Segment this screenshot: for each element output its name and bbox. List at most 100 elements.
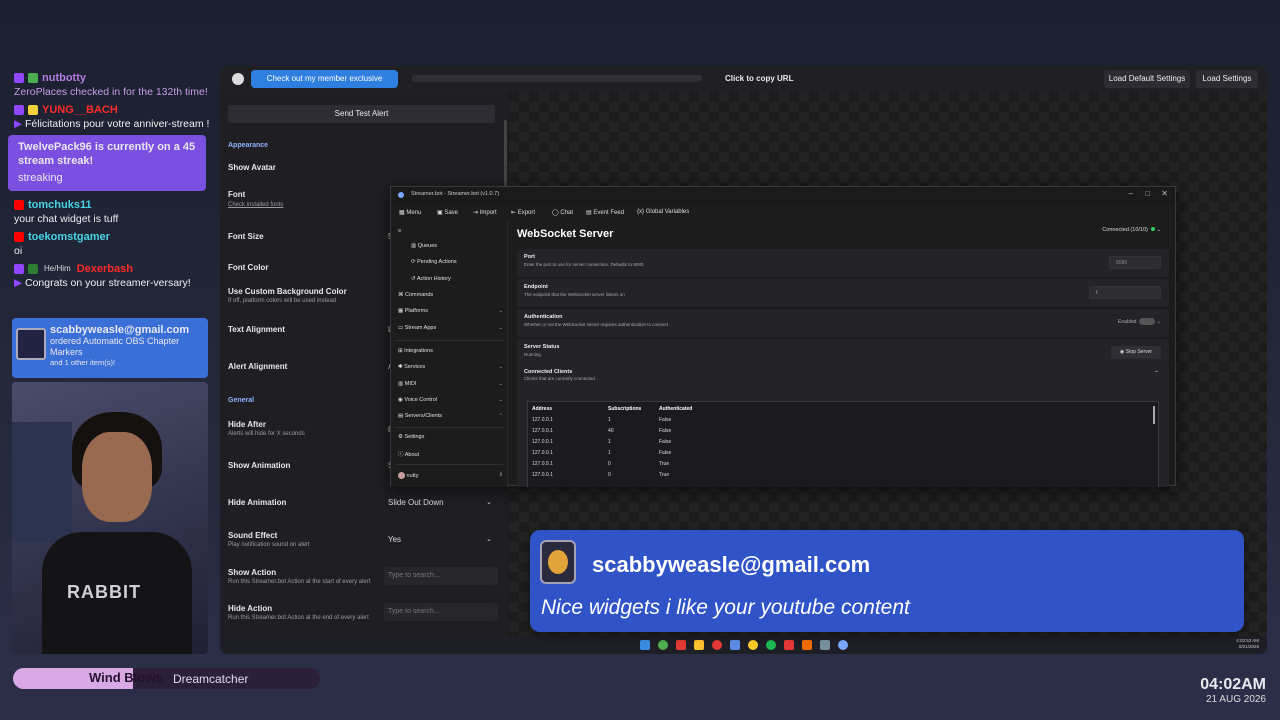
sidebar-item-action-history[interactable]: ↺ Action History — [411, 276, 516, 282]
maximize-icon[interactable]: □ — [1145, 189, 1150, 198]
hide-after-sub: Alerts will hide for X seconds — [228, 431, 305, 437]
chrome-icon[interactable] — [658, 640, 668, 650]
font-size-label: Font Size — [228, 232, 264, 241]
sidebar-item-queues[interactable]: ▥ Queues — [411, 243, 516, 249]
sound-effect-select[interactable]: Yes ⌄ — [384, 531, 498, 549]
sidebar-item-voice-control[interactable]: ◉ Voice Control ⌄ — [398, 397, 503, 403]
chat-text: ZeroPlaces checked in for the 132th time… — [14, 86, 208, 98]
table-row[interactable]: 127.0.0.1 1 False — [532, 448, 1152, 459]
menu-item-save[interactable]: ▣ Save — [437, 209, 458, 216]
start-icon[interactable] — [640, 640, 650, 650]
chevron-up-icon[interactable]: ⌃ — [1154, 370, 1159, 377]
port-input[interactable]: 8080 — [1109, 256, 1161, 269]
stop-server-button[interactable]: ◉ Stop Server — [1111, 346, 1161, 359]
song-title: Wind Blows — [89, 670, 163, 685]
avatar — [398, 472, 405, 479]
websocket-server-page: WebSocket Server Port Enter the port to … — [508, 221, 1177, 487]
app-icon[interactable] — [820, 640, 830, 650]
authentication-setting: Authentication Whether or not the WebSoc… — [517, 309, 1169, 337]
chevron-down-icon: ⌄ — [498, 364, 503, 370]
chat-username: YUNG__BACH — [42, 103, 118, 116]
widget-url[interactable] — [412, 75, 702, 82]
app-icon[interactable] — [748, 640, 758, 650]
menu-bar: ▦ Menu ▣ Save ⇥ Import ⇤ Export ◯ Chat ▤… — [391, 205, 1175, 233]
order-email: scabbyweasle@gmail.com — [50, 324, 190, 336]
avatar — [16, 328, 46, 360]
sidebar-item-midi[interactable]: ▥ MIDI ⌄ — [398, 381, 503, 387]
sidebar-item-integrations[interactable]: ⊞ Integrations — [398, 348, 503, 354]
load-default-settings-button[interactable]: Load Default Settings — [1104, 70, 1190, 88]
tray-date: 8/21/2026 — [1238, 644, 1259, 649]
obs-icon[interactable] — [712, 640, 722, 650]
spotify-icon[interactable] — [766, 640, 776, 650]
menu-item-menu[interactable]: ▦ Menu — [399, 209, 421, 216]
scrollbar[interactable] — [1153, 406, 1155, 424]
streamerbot-icon[interactable] — [838, 640, 848, 650]
endpoint-input[interactable]: / — [1089, 286, 1161, 299]
streamerbot-window: Streamer.bot - Streamer.bot (v1.0.7) – □… — [390, 186, 1177, 487]
title-bar: Streamer.bot - Streamer.bot (v1.0.7) – □… — [391, 187, 1175, 204]
sidebar-item-about[interactable]: ⓘ About — [398, 450, 503, 458]
youtube-icon — [14, 199, 24, 210]
load-settings-button[interactable]: Load Settings — [1196, 70, 1258, 88]
send-test-alert-button[interactable]: Send Test Alert — [228, 105, 495, 123]
folder-icon[interactable] — [694, 640, 704, 650]
sound-effect-value: Yes — [388, 535, 402, 544]
sidebar-item-stream-apps[interactable]: ▭ Stream Apps ⌄ — [398, 325, 503, 331]
sidebar-item-servers-clients[interactable]: ▤ Servers/Clients ⌃ — [398, 413, 503, 419]
twitch-icon — [14, 104, 24, 115]
close-icon[interactable]: ✕ — [1161, 189, 1168, 198]
menu-item-event-feed[interactable]: ▤ Event Feed — [586, 209, 624, 216]
menu-item-global-variables[interactable]: {x} Global Variables — [637, 209, 689, 215]
show-action-search[interactable]: Type to search... — [384, 567, 498, 585]
table-row[interactable]: 127.0.0.1 40 False — [532, 426, 1152, 437]
now-playing-bar: Wind Blows Dreamcatcher — [13, 668, 320, 689]
sidebar-item-pending-actions[interactable]: ⟳ Pending Actions — [411, 259, 516, 265]
font-label: Font — [228, 190, 246, 199]
table-row[interactable]: 127.0.0.1 0 True — [532, 459, 1152, 470]
event-bold-text: TwelvePack96 is currently on a 45 stream… — [18, 141, 196, 167]
menu-item-import[interactable]: ⇥ Import — [473, 209, 497, 216]
chat-message: tomchuks11 your chat widget is tuff — [8, 197, 218, 226]
copy-url-label[interactable]: Click to copy URL — [725, 74, 793, 83]
show-action-sub: Run this Streamer.bot Action at the star… — [228, 579, 371, 585]
hide-action-search[interactable]: Type to search... — [384, 603, 498, 621]
authentication-toggle[interactable]: Enabled ⌄ — [1118, 318, 1161, 325]
hide-animation-value: Slide Out Down — [388, 498, 444, 507]
sidebar-item-services[interactable]: ✱ Services ⌄ — [398, 364, 503, 370]
sidebar-item-commands[interactable]: ⌘ Commands — [398, 292, 503, 298]
app-icon[interactable] — [730, 640, 740, 650]
connected-clients: Connected Clients Clients that are curre… — [517, 364, 1169, 487]
stream-clock: 04:02AM 21 AUG 2026 — [1200, 676, 1266, 705]
sidebar-item-settings[interactable]: ⚙ Settings — [398, 434, 503, 440]
custom-bg-sub: If off, platform colors will be used ins… — [228, 298, 337, 304]
sidebar-item-platforms[interactable]: ▦ Platforms ⌄ — [398, 308, 503, 314]
port-setting: Port Enter the port to use for server co… — [517, 249, 1169, 277]
app-icon[interactable] — [676, 640, 686, 650]
minimize-icon[interactable]: – — [1129, 189, 1133, 198]
check-fonts-link[interactable]: Check installed fonts — [228, 202, 283, 208]
chevron-updown-icon: ⇕ — [498, 472, 503, 478]
hide-animation-select[interactable]: Slide Out Down ⌄ — [384, 494, 498, 512]
user-profile[interactable]: nutty ⇕ — [398, 472, 503, 479]
promo-button[interactable]: Check out my member exclusive widgets! — [251, 70, 398, 101]
hide-action-label: Hide Action — [228, 604, 273, 613]
server-status-value: Running — [524, 352, 541, 357]
song-artist: Dreamcatcher — [173, 672, 249, 686]
server-status: Server Status Running ◉ Stop Server — [517, 339, 1169, 367]
hamburger-icon[interactable]: ≡ — [398, 228, 503, 234]
clock-time: 04:02AM — [1200, 676, 1266, 693]
menu-item-chat[interactable]: ◯ Chat — [552, 209, 573, 216]
endpoint-sub: The endpoint that the WebSocket server l… — [524, 292, 625, 297]
chat-message: YUNG__BACH ▶ Félicitations pour votre an… — [8, 102, 218, 131]
app-icon[interactable] — [802, 640, 812, 650]
table-row[interactable]: 127.0.0.1 1 False — [532, 437, 1152, 448]
table-row[interactable]: 127.0.0.1 0 True — [532, 470, 1152, 481]
app-icon[interactable] — [784, 640, 794, 650]
sound-effect-label: Sound Effect — [228, 531, 278, 540]
sound-effect-sub: Play notification sound on alert — [228, 542, 310, 548]
chevron-down-icon: ⌄ — [498, 325, 503, 331]
clients-table: Address Subscriptions Authenticated 127.0.… — [527, 401, 1159, 487]
table-row[interactable]: 127.0.0.1 1 False — [532, 415, 1152, 426]
menu-item-export[interactable]: ⇤ Export — [511, 209, 535, 216]
